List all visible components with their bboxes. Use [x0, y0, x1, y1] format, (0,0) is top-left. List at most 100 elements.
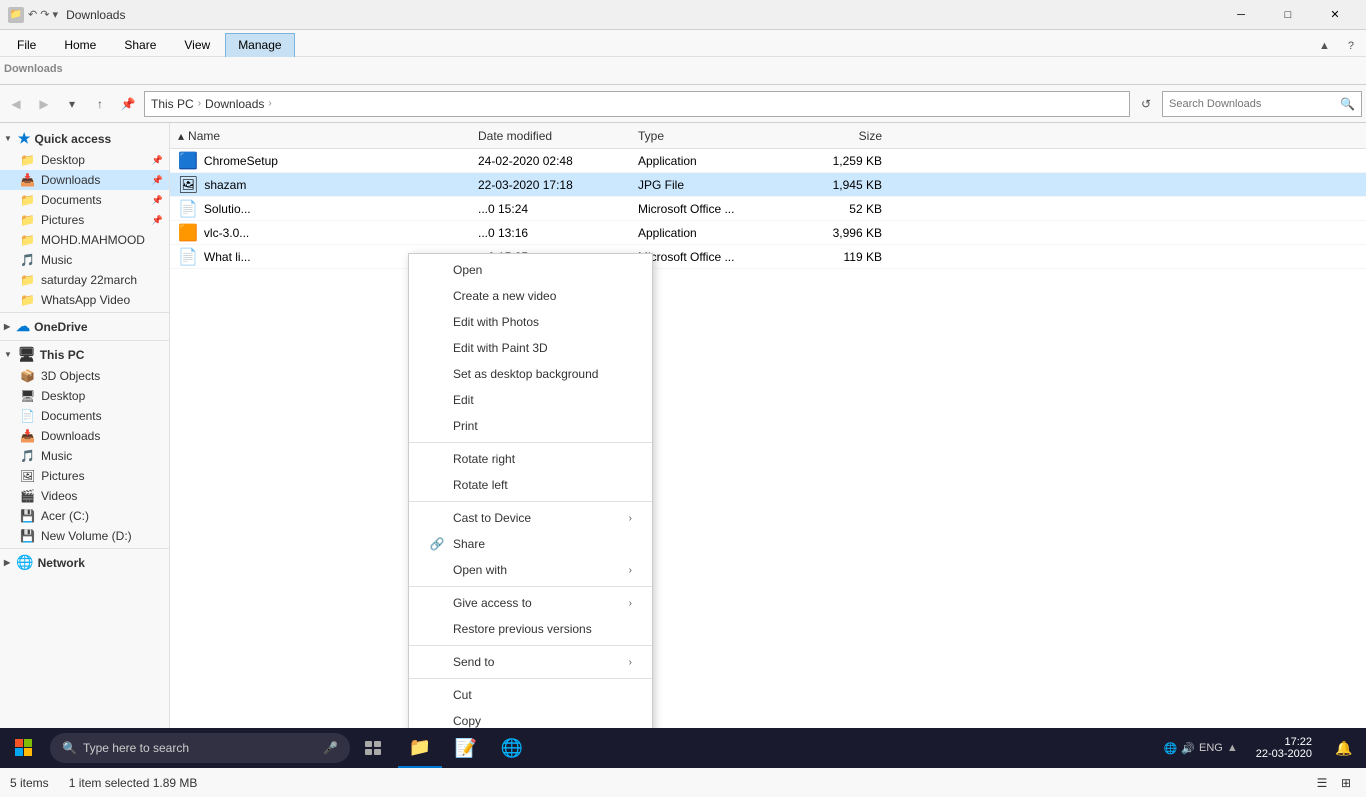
taskbar-word-button[interactable]: 📝 [444, 728, 488, 768]
ctx-restore[interactable]: Restore previous versions [409, 616, 652, 642]
sidebar-item-3dobjects[interactable]: 📦 3D Objects [0, 366, 169, 386]
nav-back-button[interactable]: ◀ [4, 92, 28, 116]
ctx-edit-photos[interactable]: Edit with Photos [409, 309, 652, 335]
ctx-print[interactable]: Print [409, 413, 652, 439]
sidebar-item-music-pc[interactable]: 🎵 Music [0, 446, 169, 466]
column-header-date[interactable]: Date modified [470, 129, 630, 143]
file-row-shazam[interactable]: 🖼 shazam 22-03-2020 17:18 JPG File 1,945… [170, 173, 1366, 197]
network-collapse-icon: ▶ [4, 558, 10, 567]
tab-view[interactable]: View [171, 33, 223, 56]
close-button[interactable]: ✕ [1312, 0, 1358, 30]
sidebar-header-onedrive[interactable]: ▶ ☁ OneDrive [0, 315, 169, 338]
ctx-cast-label: Cast to Device [453, 511, 531, 525]
ctx-open[interactable]: Open [409, 257, 652, 283]
ctx-cut-icon [429, 687, 445, 703]
window-controls: ─ □ ✕ [1218, 0, 1358, 30]
tab-share[interactable]: Share [111, 33, 169, 56]
sidebar-item-downloads-pc[interactable]: 📥 Downloads [0, 426, 169, 446]
maximize-button[interactable]: □ [1265, 0, 1311, 30]
tab-manage[interactable]: Manage [225, 33, 294, 57]
sidebar-item-documents-pc[interactable]: 📄 Documents [0, 406, 169, 426]
taskbar-volume-icon[interactable]: 🔊 [1181, 742, 1195, 755]
sidebar-item-pictures-pc[interactable]: 🖼 Pictures [0, 466, 169, 486]
sidebar-item-pictures-qa[interactable]: 📁 Pictures 📌 [0, 210, 169, 230]
address-path-thispc[interactable]: This PC [151, 97, 194, 111]
chrome-file-type: Application [630, 154, 790, 168]
what-file-name: What li... [204, 250, 251, 264]
sidebar-item-desktop-pc[interactable]: 🖥 Desktop [0, 386, 169, 406]
sidebar-item-downloads-qa[interactable]: 📥 Downloads 📌 [0, 170, 169, 190]
ctx-set-desktop[interactable]: Set as desktop background [409, 361, 652, 387]
sidebar-header-thispc[interactable]: ▼ 🖥 This PC [0, 343, 169, 366]
taskbar-clock[interactable]: 17:22 22-03-2020 [1248, 736, 1320, 760]
downloads-pc-icon: 📥 [20, 429, 35, 443]
nav-pin-button[interactable]: 📌 [116, 92, 140, 116]
ctx-open-icon [429, 262, 445, 278]
minimize-button[interactable]: ─ [1218, 0, 1264, 30]
ctx-edit-paint3d[interactable]: Edit with Paint 3D [409, 335, 652, 361]
vlc-file-size: 3,996 KB [790, 226, 890, 240]
taskbar-search-icon: 🔍 [62, 741, 77, 755]
address-bar[interactable]: This PC › Downloads › [144, 91, 1130, 117]
search-input[interactable] [1169, 98, 1336, 110]
ctx-cut[interactable]: Cut [409, 682, 652, 708]
ribbon-collapse-button[interactable]: ▲ [1311, 36, 1338, 56]
ctx-open-with[interactable]: Open with › [409, 557, 652, 583]
ctx-rotate-right[interactable]: Rotate right [409, 446, 652, 472]
tab-file[interactable]: File [4, 33, 49, 56]
file-row-solutio[interactable]: 📄 Solutio... ...0 15:24 Microsoft Office… [170, 197, 1366, 221]
ctx-cast[interactable]: Cast to Device › [409, 505, 652, 531]
sidebar-item-whatsapp[interactable]: 📁 WhatsApp Video [0, 290, 169, 310]
taskbar-chrome-button[interactable]: 🌐 [490, 728, 534, 768]
column-header-name[interactable]: ▴ Name [170, 129, 470, 143]
ctx-edit[interactable]: Edit [409, 387, 652, 413]
ctx-rotate-left[interactable]: Rotate left [409, 472, 652, 498]
search-box[interactable]: 🔍 [1162, 91, 1362, 117]
sidebar-item-new-volume-d[interactable]: 💾 New Volume (D:) [0, 526, 169, 546]
ctx-send-to[interactable]: Send to › [409, 649, 652, 675]
sidebar-item-acer-c[interactable]: 💾 Acer (C:) [0, 506, 169, 526]
ctx-new-video[interactable]: Create a new video [409, 283, 652, 309]
sidebar-header-quickaccess[interactable]: ▼ ★ Quick access [0, 127, 169, 150]
ctx-separator-2 [409, 501, 652, 502]
downloads-qa-label: Downloads [41, 173, 100, 187]
refresh-button[interactable]: ↺ [1134, 92, 1158, 116]
address-path-downloads[interactable]: Downloads [205, 97, 264, 111]
tab-home[interactable]: Home [51, 33, 109, 56]
file-row-chrome[interactable]: 🟦 ChromeSetup 24-02-2020 02:48 Applicati… [170, 149, 1366, 173]
what-file-type: Microsoft Office ... [630, 250, 790, 264]
column-header-type[interactable]: Type [630, 129, 790, 143]
vlc-file-type: Application [630, 226, 790, 240]
sidebar-item-desktop-qa[interactable]: 📁 Desktop 📌 [0, 150, 169, 170]
ctx-edit-photos-label: Edit with Photos [453, 315, 539, 329]
ctx-share[interactable]: 🔗 Share [409, 531, 652, 557]
view-large-icons-button[interactable]: ⊞ [1336, 773, 1356, 793]
nav-up-button[interactable]: ↑ [88, 92, 112, 116]
taskbar-tray-expand-icon[interactable]: ▲ [1227, 742, 1238, 754]
nav-dropdown-button[interactable]: ▾ [60, 92, 84, 116]
ctx-give-access[interactable]: Give access to › [409, 590, 652, 616]
ctx-rotate-left-label: Rotate left [453, 478, 508, 492]
start-button[interactable] [0, 728, 48, 768]
nav-forward-button[interactable]: ▶ [32, 92, 56, 116]
taskbar-notification-button[interactable]: 🔔 [1322, 728, 1366, 768]
sidebar-item-mahmood[interactable]: 📁 MOHD.MAHMOOD [0, 230, 169, 250]
file-row-vlc[interactable]: 🟧 vlc-3.0... ...0 13:16 Application 3,99… [170, 221, 1366, 245]
taskbar-network-icon[interactable]: 🌐 [1164, 742, 1178, 755]
documents-pc-label: Documents [41, 409, 102, 423]
sidebar-item-music-qa[interactable]: 🎵 Music [0, 250, 169, 270]
taskbar-explorer-button[interactable]: 📁 [398, 728, 442, 768]
taskbar-task-view-button[interactable] [352, 728, 396, 768]
sidebar-header-network[interactable]: ▶ 🌐 Network [0, 551, 169, 574]
view-details-button[interactable]: ☰ [1312, 773, 1332, 793]
column-header-size[interactable]: Size [790, 129, 890, 143]
ctx-separator-4 [409, 645, 652, 646]
sidebar-item-documents-qa[interactable]: 📁 Documents 📌 [0, 190, 169, 210]
ctx-edit-paint3d-icon [429, 340, 445, 356]
taskbar-search-box[interactable]: 🔍 Type here to search 🎤 [50, 733, 350, 763]
sidebar-item-saturday[interactable]: 📁 saturday 22march [0, 270, 169, 290]
sidebar-section-quickaccess: ▼ ★ Quick access 📁 Desktop 📌 📥 Downloads… [0, 127, 169, 310]
file-row-what[interactable]: 📄 What li... ...0 15:25 Microsoft Office… [170, 245, 1366, 269]
downloads-qa-pin: 📌 [152, 175, 163, 186]
sidebar-item-videos-pc[interactable]: 🎬 Videos [0, 486, 169, 506]
